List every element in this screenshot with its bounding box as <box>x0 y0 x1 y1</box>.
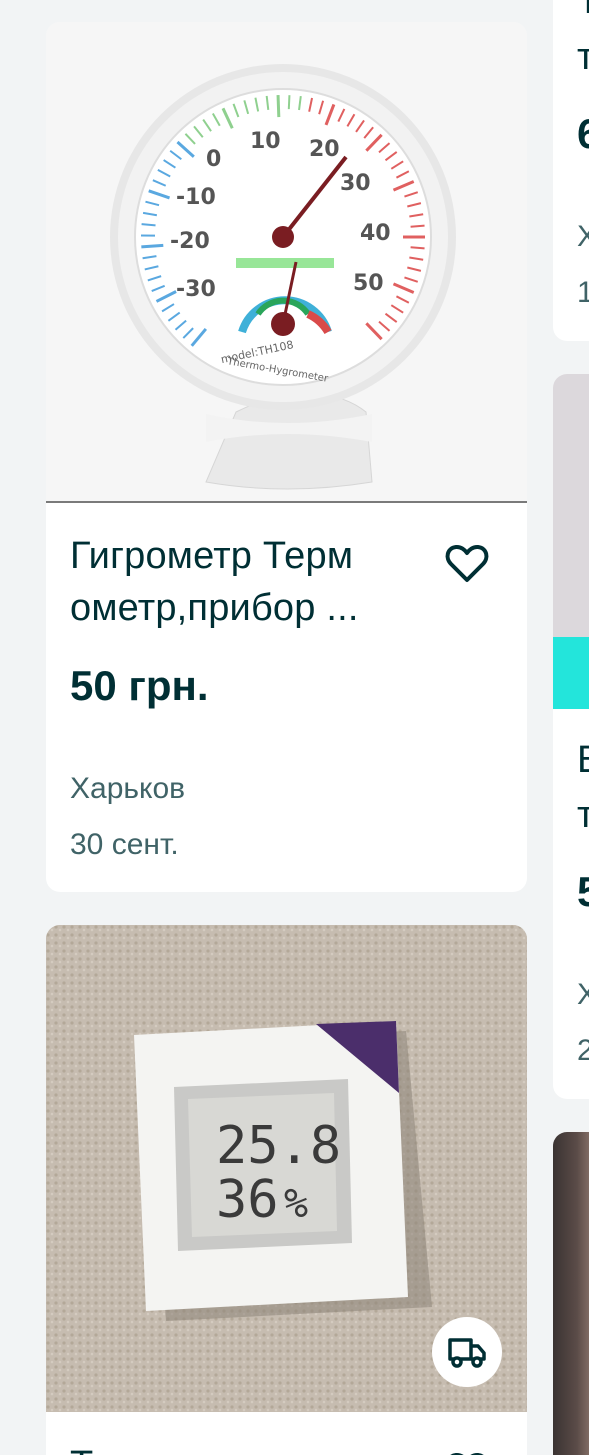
listing-image[interactable]: 0 10 20 30 40 50 -10 -20 -30 model:TH108… <box>46 22 527 503</box>
listing-card[interactable]: В т 5 Х 2 <box>553 374 589 1099</box>
listing-title-line: ометр,прибор ... <box>70 587 359 629</box>
gauge-tick <box>410 224 425 228</box>
listing-date: 30 сент. <box>70 828 179 861</box>
gauge-label: -30 <box>176 277 216 302</box>
listing-location: Харьков <box>70 772 186 805</box>
gauge-tick <box>410 246 425 250</box>
gauge-label: 0 <box>206 147 221 172</box>
gauge-tick <box>287 95 291 110</box>
listing-price: 6 <box>577 110 589 157</box>
gauge-label: 50 <box>353 271 384 296</box>
listing-title[interactable]: Гигрометр Терм ометр,прибор ... <box>70 530 420 634</box>
listing-card[interactable]: 0 10 20 30 40 50 -10 -20 -30 model:TH108… <box>46 22 527 892</box>
listing-card[interactable]: Т т 6 Х 1 <box>553 0 589 341</box>
product-photo-image[interactable] <box>553 1132 589 1455</box>
listing-price: 50 грн. <box>70 662 209 709</box>
gauge-tick <box>141 223 156 227</box>
listing-title: т <box>577 36 589 78</box>
gauge-label: 20 <box>309 137 340 162</box>
listing-image[interactable]: 25.8 36 % <box>46 925 527 1412</box>
listing-image[interactable] <box>553 374 589 637</box>
analog-thermo-hygrometer-image: 0 10 20 30 40 50 -10 -20 -30 model:TH108… <box>46 22 527 501</box>
gauge-label: -10 <box>176 185 216 210</box>
gauge-tick <box>141 243 164 249</box>
listing-title: Т <box>577 0 589 22</box>
promo-banner <box>553 637 589 709</box>
listing-date: 1 <box>577 276 589 309</box>
listing-location: Х <box>577 978 589 1011</box>
gauge-label: -20 <box>170 229 210 254</box>
listing-location: Х <box>577 220 589 253</box>
heart-icon[interactable] <box>443 539 491 587</box>
display-percent: % <box>284 1181 308 1227</box>
gauge-label: 10 <box>250 129 281 154</box>
listing-title[interactable]: Т <box>70 1439 93 1455</box>
listing-date: 2 <box>577 1034 589 1067</box>
gauge-label: 40 <box>360 221 391 246</box>
listing-title: т <box>577 794 589 836</box>
listing-title: В <box>577 739 589 782</box>
listing-price: 5 <box>577 868 589 915</box>
display-temperature: 25.8 <box>216 1116 341 1176</box>
gauge-tick <box>276 95 281 118</box>
listing-card[interactable]: 25.8 36 % Т <box>46 925 527 1455</box>
gauge-label: 30 <box>340 171 371 196</box>
listing-card[interactable] <box>553 1132 589 1455</box>
heart-icon[interactable] <box>443 1447 491 1455</box>
delivery-badge <box>432 1317 502 1387</box>
truck-icon <box>448 1338 486 1368</box>
display-humidity: 36 <box>216 1170 279 1230</box>
listing-title-line: Гигрометр Терм <box>70 535 354 577</box>
listing-grid: 0 10 20 30 40 50 -10 -20 -30 model:TH108… <box>0 0 589 1455</box>
